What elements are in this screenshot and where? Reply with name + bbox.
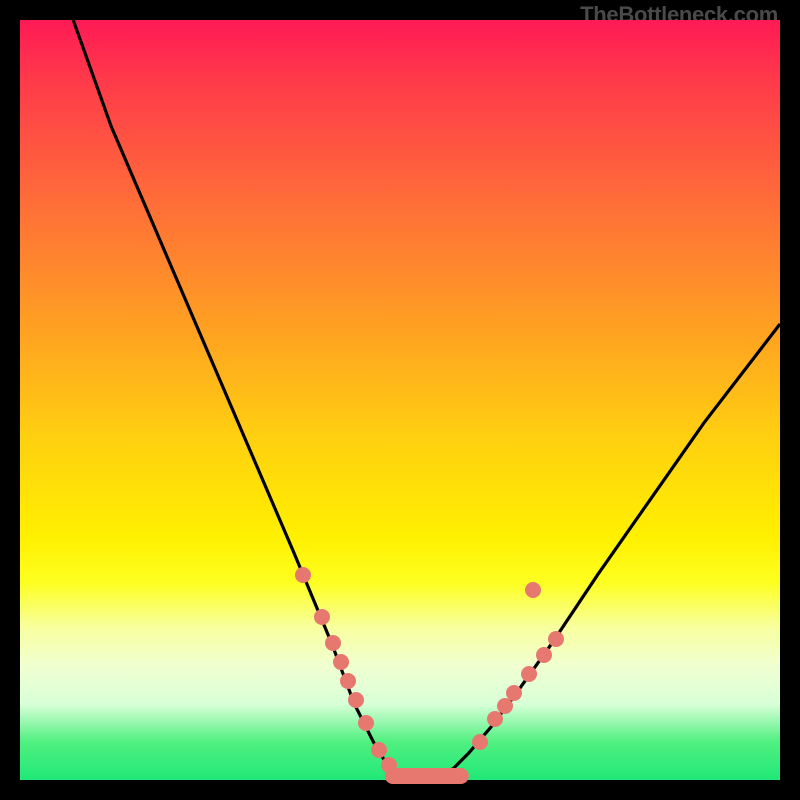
bottom-marker-segment	[384, 768, 468, 784]
right-marker-dot-7	[548, 631, 564, 647]
right-marker-dot-3	[506, 685, 522, 701]
right-marker-dot-0	[472, 734, 488, 750]
chart-container: TheBottleneck.com	[0, 0, 800, 800]
left-curve	[73, 20, 407, 776]
left-marker-dot-4	[340, 673, 356, 689]
left-marker-dot-2	[325, 635, 341, 651]
left-marker-dot-5	[348, 692, 364, 708]
left-marker-dot-0	[295, 567, 311, 583]
right-marker-dot-4	[521, 666, 537, 682]
left-marker-dot-3	[333, 654, 349, 670]
right-marker-dot-1	[487, 711, 503, 727]
right-marker-dot-5	[525, 582, 541, 598]
right-marker-dot-6	[536, 647, 552, 663]
left-marker-dot-1	[314, 609, 330, 625]
right-curve	[438, 324, 780, 776]
plot-area	[20, 20, 780, 780]
left-marker-dot-6	[358, 715, 374, 731]
left-marker-dot-7	[371, 742, 387, 758]
curve-svg	[20, 20, 780, 780]
